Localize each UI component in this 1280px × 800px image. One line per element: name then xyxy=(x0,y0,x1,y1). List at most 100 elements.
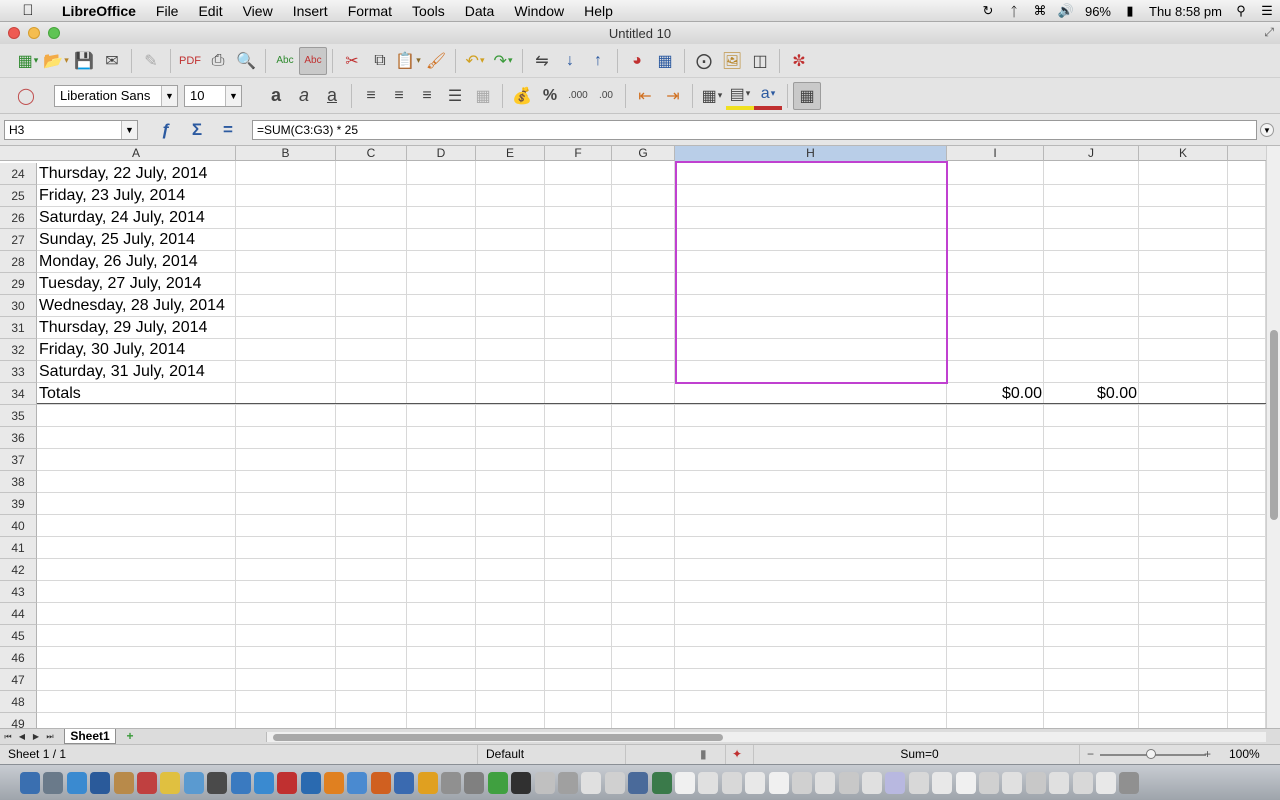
row-header-26[interactable]: 26 xyxy=(0,207,37,229)
row-header-36[interactable]: 36 xyxy=(0,427,37,449)
dock-app-icon[interactable] xyxy=(394,771,415,794)
dock-app-icon[interactable] xyxy=(207,771,228,794)
column-header-f[interactable]: F xyxy=(545,146,612,161)
undo-icon[interactable]: ↶ xyxy=(461,47,489,75)
row-header-39[interactable]: 39 xyxy=(0,493,37,515)
bluetooth-icon[interactable]: ᛏ xyxy=(1001,4,1027,19)
row-header-28[interactable]: 28 xyxy=(0,251,37,273)
column-header-d[interactable]: D xyxy=(407,146,476,161)
dock-app-icon[interactable] xyxy=(183,771,204,794)
row-header-48[interactable]: 48 xyxy=(0,691,37,713)
add-sheet-icon[interactable]: + xyxy=(118,730,142,743)
dock-app-icon[interactable] xyxy=(698,771,719,794)
cell-i34[interactable]: $0.00 xyxy=(947,383,1044,405)
dock-app-icon[interactable] xyxy=(534,771,555,794)
menu-clock[interactable]: Thu 8:58 pm xyxy=(1143,4,1228,19)
dock-app-icon[interactable] xyxy=(979,771,1000,794)
dock-app-icon[interactable] xyxy=(253,771,274,794)
time-machine-icon[interactable]: ↻ xyxy=(975,3,1001,19)
row-header-34[interactable]: 34 xyxy=(0,383,37,405)
dock-app-icon[interactable] xyxy=(20,771,40,794)
email-icon[interactable]: ✉ xyxy=(98,47,126,75)
dock-app-icon[interactable] xyxy=(721,771,742,794)
cell-j34[interactable]: $0.00 xyxy=(1044,383,1139,405)
dock-app-icon[interactable] xyxy=(90,771,111,794)
cell-a25[interactable]: Friday, 23 July, 2014 xyxy=(37,185,185,207)
currency-icon[interactable]: 💰 xyxy=(508,82,536,110)
row-header-37[interactable]: 37 xyxy=(0,449,37,471)
row-header-45[interactable]: 45 xyxy=(0,625,37,647)
decrease-indent-icon[interactable]: ⇤ xyxy=(631,82,659,110)
sum-icon[interactable]: Σ xyxy=(185,119,209,141)
zoom-slider-handle[interactable] xyxy=(1146,749,1156,759)
column-header-c[interactable]: C xyxy=(336,146,407,161)
sheet-tab-sheet1[interactable]: Sheet1 xyxy=(64,729,116,744)
dock-app-icon[interactable] xyxy=(417,771,438,794)
menu-edit[interactable]: Edit xyxy=(188,0,232,22)
row-header-41[interactable]: 41 xyxy=(0,537,37,559)
dock-app-icon[interactable] xyxy=(66,771,87,794)
chevron-down-icon[interactable]: ▼ xyxy=(161,85,177,106)
notification-center-icon[interactable]: ☰ xyxy=(1254,3,1280,19)
edit-file-icon[interactable]: ✎ xyxy=(137,47,165,75)
row-header-32[interactable]: 32 xyxy=(0,339,37,361)
dock-app-icon[interactable] xyxy=(745,771,766,794)
row-header-31[interactable]: 31 xyxy=(0,317,37,339)
dock-app-icon[interactable] xyxy=(324,771,345,794)
menu-format[interactable]: Format xyxy=(338,0,402,22)
cell-a27[interactable]: Sunday, 25 July, 2014 xyxy=(37,229,195,251)
cell-a32[interactable]: Friday, 30 July, 2014 xyxy=(37,339,185,361)
zoom-level[interactable]: 100% xyxy=(1229,745,1260,764)
dock-app-icon[interactable] xyxy=(487,771,508,794)
font-name-box[interactable]: Liberation Sans ▼ xyxy=(54,84,178,107)
dock-app-icon[interactable] xyxy=(113,771,134,794)
dock-app-icon[interactable] xyxy=(464,771,485,794)
save-icon[interactable]: 💾 xyxy=(70,47,98,75)
cell-a30[interactable]: Wednesday, 28 July, 2014 xyxy=(37,295,225,317)
align-right-icon[interactable]: ≡ xyxy=(413,82,441,110)
last-sheet-icon[interactable]: ⏭ xyxy=(44,730,56,743)
add-decimal-icon[interactable]: .000 xyxy=(564,82,592,110)
dock-app-icon[interactable] xyxy=(791,771,812,794)
formula-input[interactable]: =SUM(C3:G3) * 25 xyxy=(252,120,1257,140)
formula-equals-icon[interactable]: = xyxy=(216,119,240,141)
align-center-icon[interactable]: ≡ xyxy=(385,82,413,110)
dock-app-icon[interactable] xyxy=(230,771,251,794)
dock-app-icon[interactable] xyxy=(1119,771,1140,794)
underline-icon[interactable]: a xyxy=(318,82,346,110)
function-wizard-icon[interactable]: ƒ xyxy=(154,119,178,141)
menu-help[interactable]: Help xyxy=(574,0,623,22)
menu-app[interactable]: LibreOffice xyxy=(52,0,146,22)
battery-percent[interactable]: 96% xyxy=(1079,4,1117,19)
chevron-down-icon[interactable]: ▼ xyxy=(121,121,137,139)
borders-icon[interactable]: ▦ xyxy=(698,82,726,110)
dock-app-icon[interactable] xyxy=(300,771,321,794)
column-header-k[interactable]: K xyxy=(1139,146,1228,161)
open-folder-icon[interactable]: 📂 xyxy=(42,47,70,75)
dock-app-icon[interactable] xyxy=(674,771,695,794)
dock-app-icon[interactable] xyxy=(885,771,906,794)
cell-a34[interactable]: Totals xyxy=(37,383,81,405)
menu-tools[interactable]: Tools xyxy=(402,0,455,22)
column-header-e[interactable]: E xyxy=(476,146,545,161)
row-header-42[interactable]: 42 xyxy=(0,559,37,581)
data-sources-icon[interactable]: ◫ xyxy=(746,47,774,75)
bold-icon[interactable]: a xyxy=(262,82,290,110)
toggle-grid-lines-icon[interactable]: ▦ xyxy=(793,81,821,110)
dock-app-icon[interactable] xyxy=(815,771,836,794)
previous-sheet-icon[interactable]: ◀ xyxy=(16,730,28,743)
battery-icon[interactable]: ▮ xyxy=(1117,3,1143,19)
export-pdf-icon[interactable]: PDF xyxy=(176,47,204,75)
sort-ascending-icon[interactable]: ↓ xyxy=(556,47,584,75)
window-zoom-icon[interactable] xyxy=(48,27,60,39)
dock-app-icon[interactable] xyxy=(511,771,532,794)
column-header-i[interactable]: I xyxy=(947,146,1044,161)
column-header-b[interactable]: B xyxy=(236,146,336,161)
dock-app-icon[interactable] xyxy=(604,771,625,794)
styles-icon[interactable]: ◯ xyxy=(12,82,40,110)
cell-a26[interactable]: Saturday, 24 July, 2014 xyxy=(37,207,205,229)
spreadsheet-grid[interactable]: ABCDEFGHIJK 24 Thursday, 22 July, 2014 25 F… xyxy=(0,146,1266,728)
dock-app-icon[interactable] xyxy=(581,771,602,794)
gallery-icon[interactable]: 🖼 xyxy=(718,47,746,75)
dock-app-icon[interactable] xyxy=(932,771,953,794)
